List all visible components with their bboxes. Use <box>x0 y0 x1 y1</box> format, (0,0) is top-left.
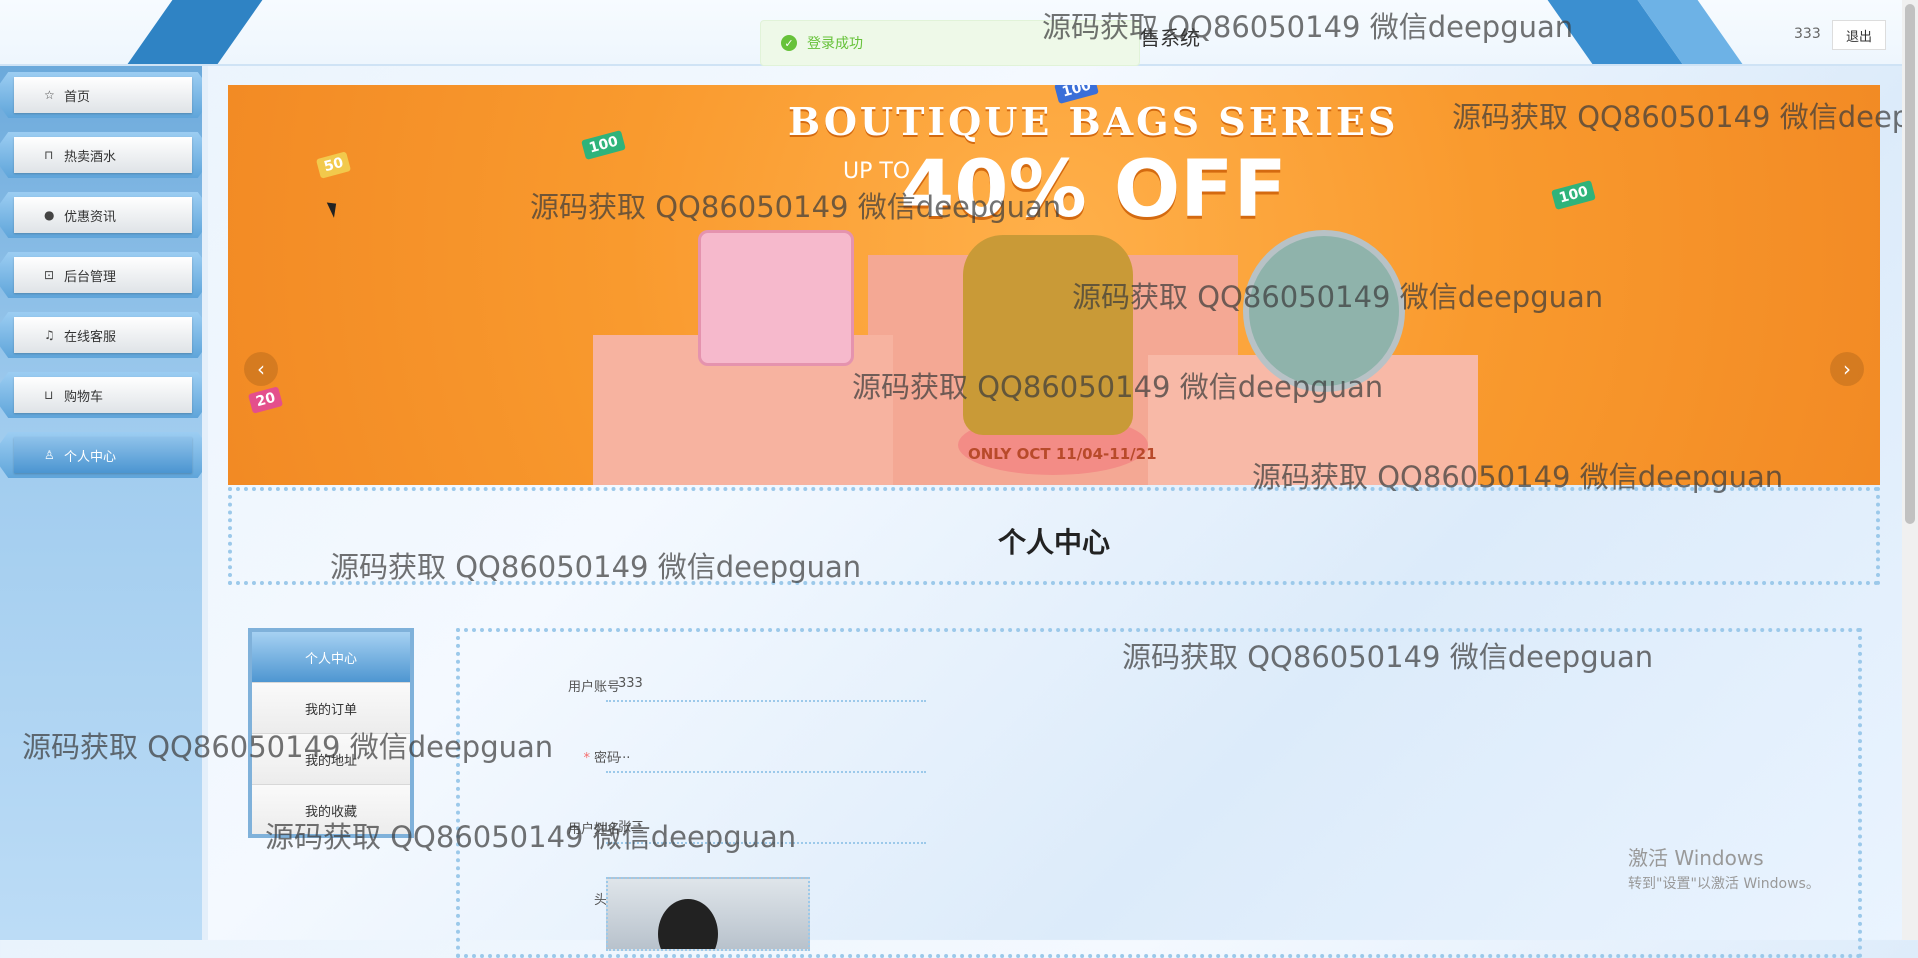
sidebar-item-profile[interactable]: ♙ 个人中心 <box>0 432 206 478</box>
username-label: 333 <box>1794 26 1821 42</box>
watermark-text: 源码获取 QQ86050149 微信deepguan <box>530 190 1062 224</box>
form-row-password: * 密码 ... <box>460 735 1160 775</box>
submenu-item-profile[interactable]: 个人中心 <box>252 632 410 683</box>
watermark-text: 源码获取 QQ86050149 微信deepguan <box>852 370 1384 404</box>
windows-activation-subtitle: 转到"设置"以激活 Windows。 <box>1628 876 1820 892</box>
sidebar-item-label: 购物车 <box>64 389 104 405</box>
carousel-prev-button[interactable]: ‹ <box>244 352 278 386</box>
sidebar-item-support[interactable]: ♫ 在线客服 <box>0 312 206 358</box>
header-decor-stripe <box>127 0 263 64</box>
sidebar-item-label: 后台管理 <box>64 269 117 285</box>
sidebar-item-label: 在线客服 <box>64 329 117 345</box>
watermark-text: 源码获取 QQ86050149 微信deepguan <box>1042 10 1574 44</box>
bag-icon: ⊓ <box>44 148 54 162</box>
watermark-text: 源码获取 QQ86050149 微信deepguan <box>22 730 554 764</box>
sidebar-item-label: 首页 <box>64 89 91 105</box>
info-icon: ● <box>44 208 55 222</box>
pink-handbag-image <box>698 230 854 366</box>
sidebar: ☆ 首页 ⊓ 热卖酒水 ● 优惠资讯 ⊡ 后台管理 ♫ 在线客服 ⊔ 购物车 ♙ 个人中心 <box>0 66 208 940</box>
watermark-text: 源码获取 QQ86050149 微信deepguan <box>265 820 797 854</box>
carousel-next-button[interactable]: › <box>1830 352 1864 386</box>
toast-message: 登录成功 <box>807 36 863 52</box>
profile-form: 用户账号 333 *密码 ... 用户姓名 张三 头像 <box>456 628 1862 958</box>
sidebar-item-hot-drinks[interactable]: ⊓ 热卖酒水 <box>0 132 206 178</box>
avatar-label: 头像 <box>500 889 620 908</box>
banner-promo-dates: ONLY OCT 11/04-11/21 <box>968 445 1157 463</box>
sidebar-item-admin[interactable]: ⊡ 后台管理 <box>0 252 206 298</box>
star-icon: ☆ <box>44 88 55 102</box>
watermark-text: 源码获取 QQ86050149 微信deepguan <box>1252 460 1784 494</box>
banner-headline: BOUTIQUE BAGS SERIES <box>788 99 1399 144</box>
confetti-tag: 50 <box>315 151 352 179</box>
user-icon: ♙ <box>44 448 55 462</box>
account-field[interactable]: 333 <box>606 666 926 702</box>
banner-carousel[interactable]: BOUTIQUE BAGS SERIES UP TO 40% OFF ONLY … <box>228 85 1880 485</box>
confetti-tag: 20 <box>247 386 284 414</box>
sidebar-item-label: 热卖酒水 <box>64 149 117 165</box>
logout-button[interactable]: 退出 <box>1832 20 1886 50</box>
watermark-text: 源码获取 QQ86050149 微信deepguan <box>1452 100 1918 134</box>
briefcase-icon: ⊡ <box>44 268 55 282</box>
form-row-avatar: 头像 <box>460 877 1160 951</box>
watermark-text: 源码获取 QQ86050149 微信deepguan <box>1122 640 1654 674</box>
watermark-text: 源码获取 QQ86050149 微信deepguan <box>330 550 862 584</box>
account-label: 用户账号 <box>567 680 620 695</box>
windows-activation-notice: 激活 Windows 转到"设置"以激活 Windows。 <box>1628 842 1820 893</box>
sidebar-item-label: 优惠资讯 <box>64 209 117 225</box>
check-circle-icon: ✓ <box>781 35 797 51</box>
sidebar-item-label: 个人中心 <box>64 449 117 465</box>
confetti-tag: 100 <box>581 130 627 160</box>
confetti-tag: 100 <box>1551 180 1597 210</box>
sidebar-item-home[interactable]: ☆ 首页 <box>0 72 206 118</box>
sidebar-item-cart[interactable]: ⊔ 购物车 <box>0 372 206 418</box>
scrollbar-thumb[interactable] <box>1905 4 1915 524</box>
sidebar-item-news[interactable]: ● 优惠资讯 <box>0 192 206 238</box>
form-row-account: 用户账号 333 <box>460 664 1160 704</box>
headset-icon: ♫ <box>44 328 55 342</box>
watermark-text: 源码获取 QQ86050149 微信deepguan <box>1072 280 1604 314</box>
windows-activation-title: 激活 Windows <box>1628 846 1764 870</box>
password-field[interactable]: ... <box>606 737 926 773</box>
page-scrollbar[interactable] <box>1902 0 1918 940</box>
cart-icon: ⊔ <box>44 388 54 402</box>
